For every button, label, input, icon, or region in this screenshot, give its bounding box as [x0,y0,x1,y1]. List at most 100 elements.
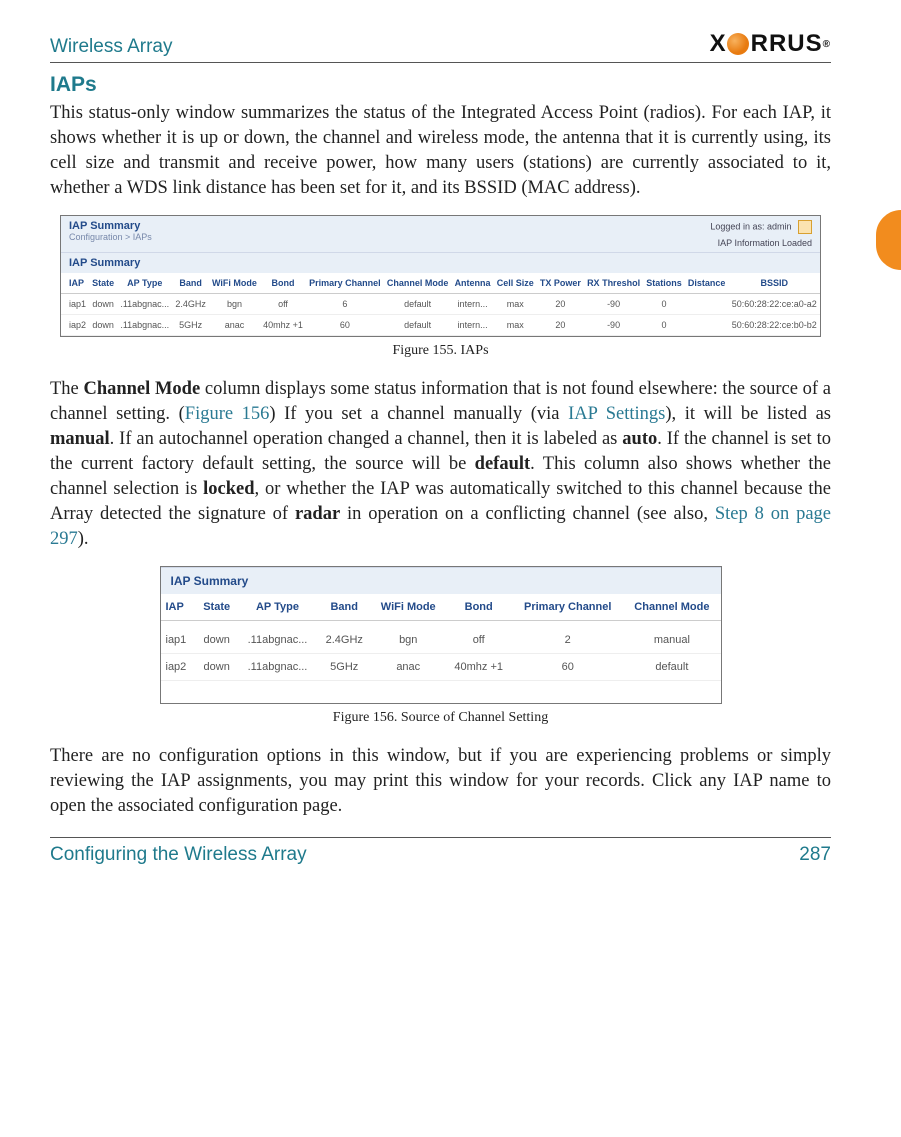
cell: .11abgnac... [117,293,172,314]
iap-settings-link[interactable]: IAP Settings [568,404,665,424]
col-h[interactable]: Stations [643,273,685,294]
text: ), it will be listed as [665,404,831,424]
table-row: iap1 down .11abgnac... 2.4GHz bgn off 6 … [61,293,820,314]
col-h[interactable]: State [196,594,238,621]
cell: intern... [452,293,494,314]
cell: down [196,653,238,680]
text: . If an autochannel operation changed a … [110,429,623,449]
fig155-summary-label: IAP Summary [69,257,140,269]
cell: 0 [643,314,685,335]
page-footer: Configuring the Wireless Array 287 [50,837,831,866]
col-h[interactable]: WiFi Mode [371,594,445,621]
cell [685,314,729,335]
col-h[interactable]: Bond [260,273,306,294]
fig155-breadcrumb: Configuration > IAPs [69,232,152,242]
cell: 5GHz [172,314,209,335]
col-h[interactable]: WiFi Mode [209,273,260,294]
cell: max [494,314,537,335]
cell: off [445,627,512,654]
page-number: 287 [799,844,831,866]
info-loaded-text: IAP Information Loaded [718,238,812,248]
text: ). [78,529,89,549]
cell: off [260,293,306,314]
table-row: iap1 down .11abgnac... 2.4GHz bgn off 2 … [161,627,721,654]
text: in operation on a conflicting channel (s… [340,504,715,524]
cell: bgn [209,293,260,314]
col-h[interactable]: Primary Channel [512,594,623,621]
cell: manual [623,627,720,654]
cell: 0 [643,293,685,314]
logged-in-label: Logged in as: [710,221,764,231]
cell: .11abgnac... [238,627,318,654]
col-h[interactable]: IAP [61,273,89,294]
col-h[interactable]: Distance [685,273,729,294]
bold-text: Channel Mode [83,379,200,399]
bold-text: manual [50,429,110,449]
logo-text-prefix: X [710,30,727,58]
page-header: Wireless Array X RRUS® [50,30,831,63]
iap-link[interactable]: iap1 [161,627,196,654]
iap-link[interactable]: iap1 [61,293,89,314]
cell: 60 [512,653,623,680]
col-h[interactable]: Channel Mode [623,594,720,621]
fig155-caption: Figure 155. IAPs [50,343,831,359]
section-heading: IAPs [50,73,831,97]
col-h[interactable]: Channel Mode [384,273,452,294]
cell: default [384,293,452,314]
col-h[interactable]: State [89,273,117,294]
channel-mode-paragraph: The Channel Mode column displays some st… [50,377,831,552]
bold-text: default [475,454,531,474]
table-row: iap2 down .11abgnac... 5GHz anac 40mhz +… [161,653,721,680]
fig156-summary-label: IAP Summary [161,567,721,594]
logout-icon[interactable] [798,220,812,234]
cell: down [196,627,238,654]
cell: 6 [306,293,384,314]
cell: .11abgnac... [238,653,318,680]
cell: intern... [452,314,494,335]
figure-156: IAP Summary IAP State AP Type Band WiFi … [160,566,722,704]
intro-paragraph: This status-only window summarizes the s… [50,101,831,201]
logo-orb-icon [727,33,749,55]
cell: anac [209,314,260,335]
fig155-title: IAP Summary [69,220,152,232]
cell: 50:60:28:22:ce:a0-a2 [729,293,820,314]
col-h[interactable]: AP Type [117,273,172,294]
logo-registered-icon: ® [823,39,831,50]
fig156-caption: Figure 156. Source of Channel Setting [50,710,831,726]
cell [685,293,729,314]
iap-link[interactable]: iap2 [161,653,196,680]
col-h[interactable]: RX Threshol [584,273,643,294]
col-h[interactable]: IAP [161,594,196,621]
cell: anac [371,653,445,680]
col-h[interactable]: BSSID [729,273,820,294]
cell: -90 [584,314,643,335]
cell: 40mhz +1 [260,314,306,335]
iap-link[interactable]: iap2 [61,314,89,335]
figure-156-link[interactable]: Figure 156 [185,404,270,424]
cell: default [623,653,720,680]
cell: 20 [537,314,584,335]
col-h[interactable]: Cell Size [494,273,537,294]
fig155-table: IAP State AP Type Band WiFi Mode Bond Pr… [61,273,820,336]
closing-paragraph: There are no configuration options in th… [50,744,831,819]
col-h[interactable]: AP Type [238,594,318,621]
bold-text: auto [622,429,657,449]
cell: bgn [371,627,445,654]
cell: down [89,293,117,314]
col-h[interactable]: Band [172,273,209,294]
col-h[interactable]: Bond [445,594,512,621]
col-h[interactable]: TX Power [537,273,584,294]
cell: 40mhz +1 [445,653,512,680]
col-h[interactable]: Antenna [452,273,494,294]
logo-text-suffix: RRUS [751,30,823,58]
cell: max [494,293,537,314]
col-h[interactable]: Primary Channel [306,273,384,294]
fig156-table: IAP State AP Type Band WiFi Mode Bond Pr… [161,594,721,703]
cell: 60 [306,314,384,335]
side-tab [876,210,901,270]
cell: down [89,314,117,335]
col-h[interactable]: Band [317,594,371,621]
figure-155: IAP Summary Configuration > IAPs Logged … [60,215,821,337]
header-title: Wireless Array [50,36,172,58]
bold-text: locked [203,479,254,499]
